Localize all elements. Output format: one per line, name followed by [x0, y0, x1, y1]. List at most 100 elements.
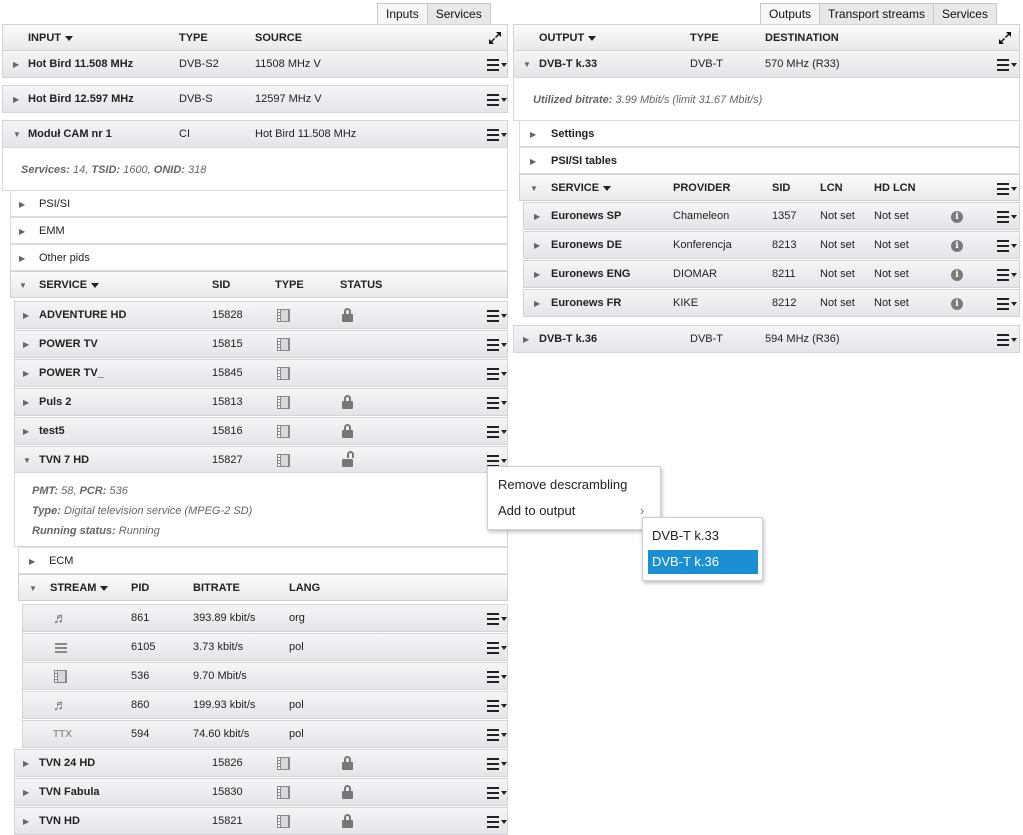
collapsed-arrow-icon[interactable]: ▶ — [534, 232, 540, 259]
info-icon[interactable]: i — [951, 240, 963, 252]
collapsed-arrow-icon[interactable]: ▶ — [523, 326, 529, 353]
collapsed-arrow-icon[interactable]: ▶ — [534, 290, 540, 317]
collapsed-arrow-icon[interactable]: ▶ — [534, 261, 540, 288]
expanded-arrow-icon[interactable]: ▼ — [13, 121, 21, 148]
service-row[interactable]: ▶ TVN 24 HD 15826 — [14, 749, 508, 777]
input-column-header[interactable]: INPUT — [28, 25, 73, 52]
collapsed-arrow-icon[interactable]: ▶ — [23, 389, 29, 416]
input-row-cam[interactable]: ▼ Moduł CAM nr 1 CI Hot Bird 11.508 MHz — [2, 120, 508, 148]
output-service-row[interactable]: ▶ Euronews ENG DIOMAR 8211 Not set Not set i — [523, 260, 1020, 288]
output-service-row[interactable]: ▶ Euronews FR KIKE 8212 Not set Not set i — [523, 289, 1020, 317]
collapsed-arrow-icon[interactable]: ▶ — [23, 418, 29, 445]
service-row[interactable]: ▶ TVN Fabula 15830 — [14, 778, 508, 806]
tab-inputs[interactable]: Inputs — [377, 3, 428, 25]
collapsed-arrow-icon[interactable]: ▶ — [530, 121, 536, 148]
menu-icon[interactable] — [487, 611, 509, 627]
submenu-item-dvbt-k36[interactable]: DVB-T k.36 — [652, 552, 719, 572]
service-row[interactable]: ▶ POWER TV_ 15845 — [14, 359, 508, 387]
menu-icon[interactable] — [487, 669, 509, 685]
menu-icon[interactable] — [487, 308, 509, 324]
menu-icon[interactable] — [487, 395, 509, 411]
section-psi-si[interactable]: ▶ PSI/SI — [10, 190, 508, 217]
info-icon[interactable]: i — [951, 269, 963, 281]
collapsed-arrow-icon[interactable]: ▶ — [23, 302, 29, 329]
collapsed-arrow-icon[interactable]: ▶ — [19, 245, 25, 272]
service-row[interactable]: ▼ TVN 7 HD 15827 — [14, 446, 508, 474]
menu-icon[interactable] — [487, 337, 509, 353]
menu-icon[interactable] — [487, 698, 509, 714]
menu-icon[interactable] — [487, 57, 509, 73]
menu-item-remove-descrambling[interactable]: Remove descrambling — [498, 475, 627, 495]
collapsed-arrow-icon[interactable]: ▶ — [23, 750, 29, 777]
output-service-row[interactable]: ▶ Euronews SP Chameleon 1357 Not set Not set i — [523, 202, 1020, 230]
section-psi-si-tables[interactable]: ▶ PSI/SI tables — [519, 147, 1020, 174]
output-service-row[interactable]: ▶ Euronews DE Konferencja 8213 Not set Not se… — [523, 231, 1020, 259]
stream-row[interactable]: 536 9.70 Mbit/s — [22, 662, 508, 690]
menu-icon[interactable] — [487, 640, 509, 656]
output-column-header[interactable]: OUTPUT — [539, 25, 597, 52]
stream-row[interactable]: ♬ 860 199.93 kbit/s pol — [22, 691, 508, 719]
menu-icon[interactable] — [997, 209, 1019, 225]
expanded-arrow-icon[interactable]: ▼ — [19, 272, 27, 299]
collapsed-arrow-icon[interactable]: ▶ — [19, 218, 25, 245]
collapsed-arrow-icon[interactable]: ▶ — [530, 148, 536, 175]
info-icon[interactable]: i — [951, 298, 963, 310]
input-row[interactable]: ▶ Hot Bird 12.597 MHz DVB-S 12597 MHz V — [2, 85, 508, 113]
collapsed-arrow-icon[interactable]: ▶ — [23, 808, 29, 835]
service-column-header[interactable]: SERVICE — [551, 175, 612, 202]
expand-icon[interactable] — [487, 30, 503, 46]
menu-icon[interactable] — [487, 366, 509, 382]
menu-icon[interactable] — [487, 424, 509, 440]
output-row[interactable]: ▼ DVB-T k.33 DVB-T 570 MHz (R33) — [513, 50, 1020, 78]
collapsed-arrow-icon[interactable]: ▶ — [13, 86, 19, 113]
service-row[interactable]: ▶ test5 15816 — [14, 417, 508, 445]
stream-row[interactable]: 6105 3.73 kbit/s pol — [22, 633, 508, 661]
service-row[interactable]: ▶ POWER TV 15815 — [14, 330, 508, 358]
stream-column-header[interactable]: STREAM — [50, 575, 109, 602]
expanded-arrow-icon[interactable]: ▼ — [23, 447, 31, 474]
input-row[interactable]: ▶ Hot Bird 11.508 MHz DVB-S2 11508 MHz V — [2, 50, 508, 78]
collapsed-arrow-icon[interactable]: ▶ — [19, 191, 25, 218]
stream-row[interactable]: ♬ 861 393.89 kbit/s org — [22, 604, 508, 632]
expanded-arrow-icon[interactable]: ▼ — [523, 51, 531, 78]
collapsed-arrow-icon[interactable]: ▶ — [534, 203, 540, 230]
section-emm[interactable]: ▶ EMM — [10, 217, 508, 244]
expand-icon[interactable] — [997, 30, 1013, 46]
service-row[interactable]: ▶ Puls 2 15813 — [14, 388, 508, 416]
collapsed-arrow-icon[interactable]: ▶ — [13, 51, 19, 78]
menu-icon[interactable] — [487, 785, 509, 801]
section-other-pids[interactable]: ▶ Other pids — [10, 244, 508, 271]
menu-icon[interactable] — [997, 181, 1019, 197]
section-ecm[interactable]: ▶ ECM — [18, 547, 508, 574]
menu-icon[interactable] — [487, 727, 509, 743]
collapsed-arrow-icon[interactable]: ▶ — [23, 779, 29, 806]
submenu-item-dvbt-k33[interactable]: DVB-T k.33 — [652, 526, 719, 546]
menu-icon[interactable] — [997, 296, 1019, 312]
tab-transport-streams[interactable]: Transport streams — [819, 3, 934, 25]
menu-icon[interactable] — [487, 756, 509, 772]
tab-services[interactable]: Services — [932, 3, 997, 25]
service-column-header[interactable]: SERVICE — [39, 272, 100, 299]
submenu-item-selected[interactable]: DVB-T k.36 — [648, 550, 758, 574]
service-row[interactable]: ▶ TVN HD 15821 — [14, 807, 508, 835]
menu-icon[interactable] — [487, 127, 509, 143]
tab-outputs[interactable]: Outputs — [760, 3, 821, 25]
collapsed-arrow-icon[interactable]: ▶ — [29, 548, 35, 575]
stream-row[interactable]: TTX 594 74.60 kbit/s pol — [22, 720, 508, 748]
menu-icon[interactable] — [997, 267, 1019, 283]
menu-icon[interactable] — [997, 57, 1019, 73]
expanded-arrow-icon[interactable]: ▼ — [530, 175, 538, 202]
service-row[interactable]: ▶ ADVENTURE HD 15828 — [14, 301, 508, 329]
info-icon[interactable]: i — [951, 211, 963, 223]
menu-icon[interactable] — [997, 332, 1019, 348]
collapsed-arrow-icon[interactable]: ▶ — [23, 331, 29, 358]
menu-icon[interactable] — [487, 92, 509, 108]
menu-icon[interactable] — [487, 814, 509, 830]
menu-icon[interactable] — [997, 238, 1019, 254]
expanded-arrow-icon[interactable]: ▼ — [29, 575, 37, 602]
section-settings[interactable]: ▶ Settings — [519, 120, 1020, 147]
tab-services[interactable]: Services — [426, 3, 491, 25]
menu-item-add-to-output[interactable]: Add to output — [498, 501, 575, 521]
collapsed-arrow-icon[interactable]: ▶ — [23, 360, 29, 387]
output-row[interactable]: ▶ DVB-T k.36 DVB-T 594 MHz (R36) — [513, 325, 1020, 353]
